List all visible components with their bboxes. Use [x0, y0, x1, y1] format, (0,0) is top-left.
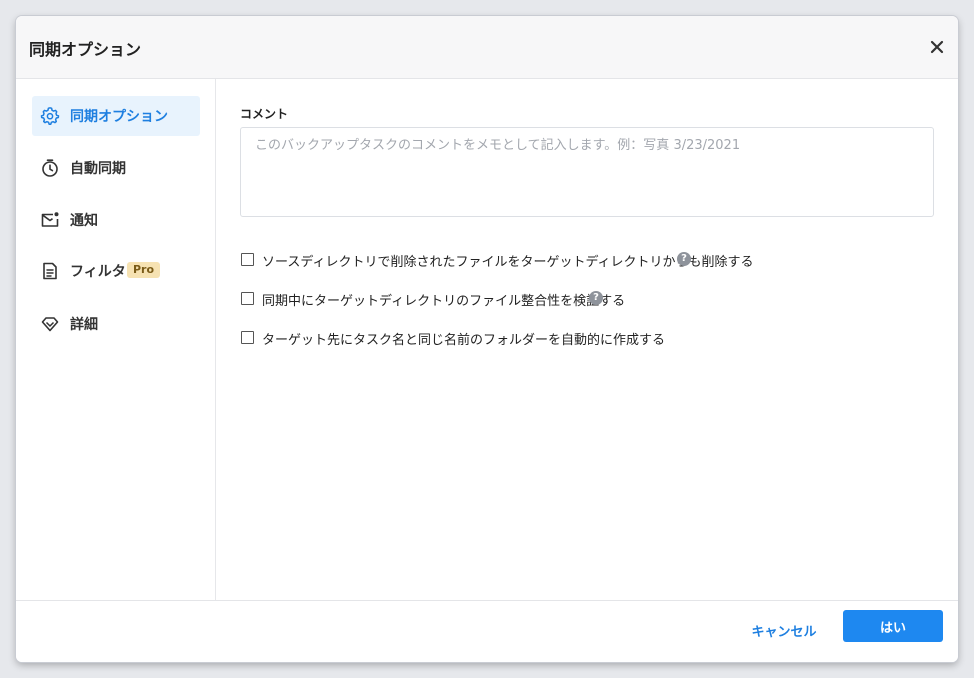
checkbox[interactable] [241, 331, 254, 344]
close-icon [930, 40, 944, 54]
footer: キャンセル はい [16, 600, 958, 662]
title-bar: 同期オプション [16, 16, 958, 79]
sidebar-item-notification[interactable]: 通知 [32, 200, 200, 240]
document-filter-icon [43, 262, 57, 280]
checkbox[interactable] [241, 292, 254, 305]
help-icon[interactable]: ? [677, 252, 691, 266]
sidebar-item-label: 同期オプション [70, 109, 168, 125]
comment-input[interactable] [240, 127, 934, 217]
gear-icon [40, 107, 60, 125]
sidebar-item-label: フィルタ [70, 264, 126, 280]
dialog-title: 同期オプション [29, 40, 142, 59]
sidebar-item-label: 詳細 [70, 317, 98, 333]
close-button[interactable] [928, 38, 946, 56]
pro-badge: Pro [127, 262, 161, 278]
sidebar-item-filter[interactable]: フィルタ Pro [32, 251, 200, 291]
sidebar-item-label: 通知 [70, 213, 98, 229]
sidebar-item-label: 自動同期 [70, 161, 126, 177]
main-content: コメント ソースディレクトリで削除されたファイルをターゲットディレクトリからも削… [216, 79, 958, 600]
option-label: ターゲット先にタスク名と同じ名前のフォルダーを自動的に作成する [262, 333, 666, 348]
stopwatch-icon [42, 159, 58, 177]
sidebar-item-sync-options[interactable]: 同期オプション [32, 96, 200, 136]
sidebar-item-advanced[interactable]: 詳細 [32, 304, 200, 344]
diamond-icon [41, 317, 59, 332]
option-label: 同期中にターゲットディレクトリのファイル整合性を検証する [262, 294, 626, 309]
sync-options-dialog: 同期オプション 同期オプション 自動同期 通知 フィルタ Pro 詳細 コメント… [16, 16, 958, 662]
mail-notification-icon [41, 212, 59, 227]
help-icon[interactable]: ? [589, 291, 603, 305]
sidebar-item-auto-sync[interactable]: 自動同期 [32, 148, 200, 188]
comment-label: コメント [240, 107, 289, 121]
cancel-button[interactable]: キャンセル [744, 618, 824, 642]
sidebar: 同期オプション 自動同期 通知 フィルタ Pro 詳細 [16, 79, 216, 600]
ok-button[interactable]: はい [843, 610, 943, 642]
checkbox[interactable] [241, 253, 254, 266]
